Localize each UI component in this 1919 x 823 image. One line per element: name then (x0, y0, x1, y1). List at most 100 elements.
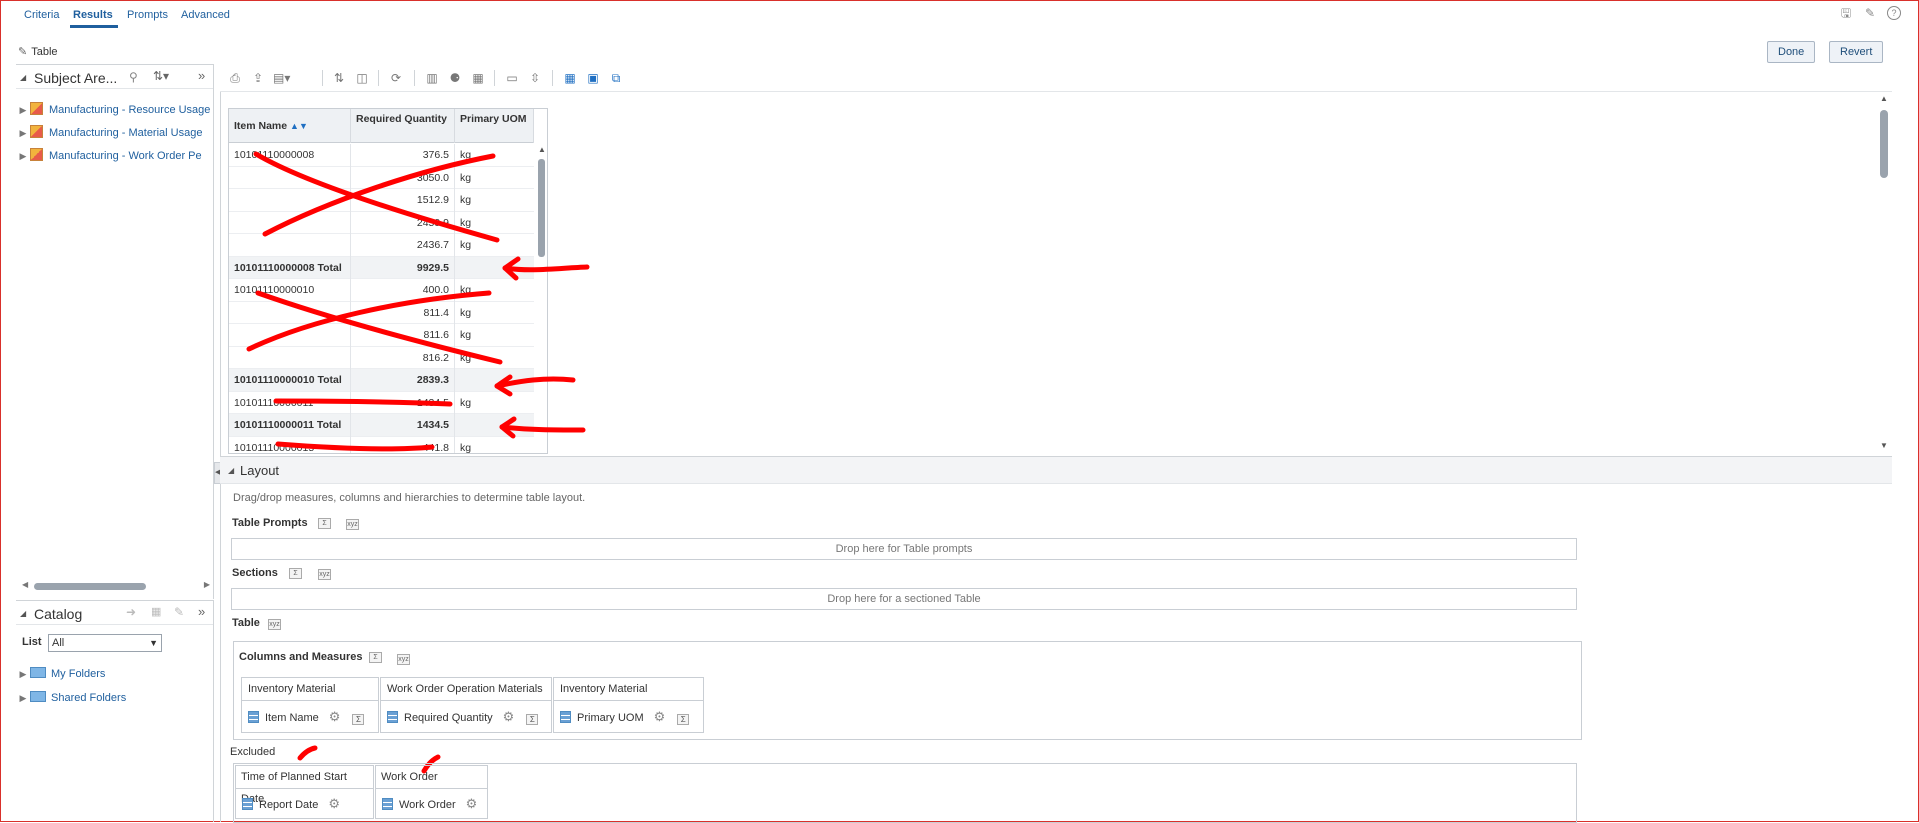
gear-icon[interactable]: ⚙ (503, 709, 515, 724)
list-select[interactable]: All ▼ (48, 634, 162, 652)
column-primary-uom[interactable]: Inventory Material Primary UOM ⚙ Σ (553, 677, 704, 733)
sigma-icon[interactable]: Σ (369, 652, 382, 663)
xyz-icon[interactable]: xyz (346, 519, 359, 530)
help-icon[interactable]: ? (1887, 6, 1901, 20)
expand-icon[interactable]: ▶ (16, 693, 30, 704)
scroll-right-icon[interactable]: ▶ (204, 580, 210, 589)
group-icon[interactable]: ⚈ (447, 70, 463, 86)
sections-label: Sections (232, 567, 278, 579)
search-icon[interactable]: ⚲ (129, 70, 138, 84)
scroll-left-icon[interactable]: ◀ (22, 580, 28, 589)
done-button[interactable]: Done (1767, 41, 1816, 63)
column-cell[interactable]: Work Order ⚙ (376, 789, 487, 819)
excluded-label: Excluded (230, 746, 276, 758)
xyz-icon[interactable]: xyz (318, 569, 331, 580)
expand-icon[interactable]: ▶ (16, 669, 30, 680)
table-cell: 9929.5 (351, 256, 455, 279)
xyz-icon[interactable]: xyz (397, 654, 410, 665)
expand-panel-icon[interactable]: » (198, 68, 205, 83)
table-cell: 10101110000015 (229, 436, 351, 453)
subject-area-item[interactable]: ▶ Manufacturing - Resource Usage (16, 102, 210, 120)
table-row: 3050.0 kg (229, 166, 534, 189)
column-header-item-name[interactable]: Item Name ▲▼ (229, 109, 351, 143)
gear-icon[interactable]: ⚙ (654, 709, 666, 724)
add-to-criteria-icon[interactable]: ➜ (126, 605, 136, 619)
collapse-triangle-icon[interactable]: ◢ (20, 609, 26, 618)
sigma-icon[interactable]: Σ (352, 714, 365, 725)
export-icon[interactable]: ⇪ (250, 70, 266, 86)
excluded-column-work-order[interactable]: Work Order Work Order ⚙ (375, 765, 488, 819)
tab-advanced[interactable]: Advanced (181, 9, 230, 21)
excluded-column-report-date[interactable]: Time of Planned Start Date Report Date⚙ (235, 765, 374, 819)
expand-icon[interactable]: ▶ (16, 151, 30, 162)
column-cell[interactable]: Item Name ⚙ Σ (242, 701, 378, 732)
properties-icon[interactable]: ▦ (151, 605, 161, 618)
tab-results[interactable]: Results (73, 9, 113, 21)
chart-view-icon[interactable]: ⧉ (608, 70, 624, 86)
subject-area-icon (30, 125, 43, 138)
subject-area-item[interactable]: ▶ Manufacturing - Material Usage (16, 125, 202, 143)
save-icon[interactable]: 🖫 (1839, 6, 1853, 20)
gear-icon[interactable]: ⚙ (328, 796, 340, 811)
column-required-quantity[interactable]: Work Order Operation Materials Required … (380, 677, 552, 733)
print-icon[interactable]: ⎙ (227, 70, 243, 86)
preview-vertical-scrollbar[interactable]: ▲ ▼ (1878, 94, 1890, 450)
table-prompts-dropzone[interactable]: Drop here for Table prompts (231, 538, 1577, 560)
table-row: 10101110000008 376.5 kg (229, 144, 534, 167)
collapse-triangle-icon[interactable]: ◢ (20, 73, 26, 82)
column-header-primary-uom[interactable]: Primary UOM (455, 109, 534, 143)
horizontal-scrollbar[interactable]: ◀ ▶ (22, 580, 210, 591)
sigma-icon[interactable]: Σ (318, 518, 331, 529)
sort-icon[interactable]: ⇅▾ (153, 69, 169, 83)
expand-icon[interactable]: ▶ (16, 128, 30, 139)
calculated-item-icon[interactable]: ▭ (504, 70, 520, 86)
table-total-row: 10101110000011 Total 1434.5 (229, 414, 534, 437)
column-header-required-quantity[interactable]: Required Quantity (351, 109, 455, 143)
collapse-triangle-icon[interactable]: ◢ (228, 466, 234, 475)
sigma-icon[interactable]: Σ (289, 568, 302, 579)
table-props-icon[interactable]: ▦ (470, 70, 486, 86)
subject-area-item[interactable]: ▶ Manufacturing - Work Order Pe (16, 148, 202, 166)
revert-button[interactable]: Revert (1829, 41, 1884, 63)
folder-item[interactable]: ▶ Shared Folders (16, 691, 126, 709)
xyz-icon[interactable]: xyz (268, 619, 281, 630)
scrollbar-thumb[interactable] (538, 159, 545, 257)
column-item-name[interactable]: Inventory Material Item Name ⚙ Σ (241, 677, 379, 733)
scroll-down-icon[interactable]: ▼ (1880, 441, 1888, 450)
properties-icon[interactable]: ◫ (354, 70, 370, 86)
expand-icon[interactable]: ▶ (16, 105, 30, 116)
sort-arrows-icon[interactable]: ▲▼ (290, 121, 308, 131)
expand-panel-icon[interactable]: » (198, 604, 205, 619)
scrollbar-thumb[interactable] (1880, 110, 1888, 178)
sections-dropzone[interactable]: Drop here for a sectioned Table (231, 588, 1577, 610)
table-cell: kg (460, 351, 472, 364)
table-vertical-scrollbar[interactable]: ▲ (536, 145, 547, 453)
table-view-icon[interactable]: ▦ (562, 70, 578, 86)
view-menu-icon[interactable]: ▤▾ (273, 70, 290, 86)
edit-icon[interactable]: ✎ (174, 605, 184, 619)
column-icon (248, 711, 259, 723)
tab-prompts[interactable]: Prompts (127, 9, 168, 21)
table-row: 811.6 kg (229, 324, 534, 347)
gear-icon[interactable]: ⚙ (329, 709, 341, 724)
column-cell[interactable]: Report Date ⚙ (236, 789, 373, 819)
sort-icon[interactable]: ⇳ (527, 70, 543, 86)
table-row: 10101110000015 441.8 kg (229, 436, 534, 453)
tab-criteria[interactable]: Criteria (24, 9, 59, 21)
scroll-up-icon[interactable]: ▲ (1880, 94, 1888, 103)
refresh-icon[interactable]: ⟳ (388, 70, 404, 86)
layout-view-icon[interactable]: ▣ (585, 70, 601, 86)
format-icon[interactable]: ⇅ (331, 70, 347, 86)
add-column-icon[interactable]: ▥ (424, 70, 440, 86)
folder-item[interactable]: ▶ My Folders (16, 667, 105, 685)
column-cell[interactable]: Required Quantity ⚙ Σ (381, 701, 551, 732)
column-cell[interactable]: Primary UOM ⚙ Σ (554, 701, 703, 732)
save-as-icon[interactable]: ✎ (1863, 6, 1877, 20)
sigma-icon[interactable]: Σ (526, 714, 539, 725)
table-row: 816.2 kg (229, 346, 534, 369)
gear-icon[interactable]: ⚙ (466, 796, 478, 811)
list-label: List (22, 636, 42, 648)
scroll-up-icon[interactable]: ▲ (538, 145, 546, 154)
sigma-icon[interactable]: Σ (677, 714, 690, 725)
scrollbar-thumb[interactable] (34, 583, 146, 590)
